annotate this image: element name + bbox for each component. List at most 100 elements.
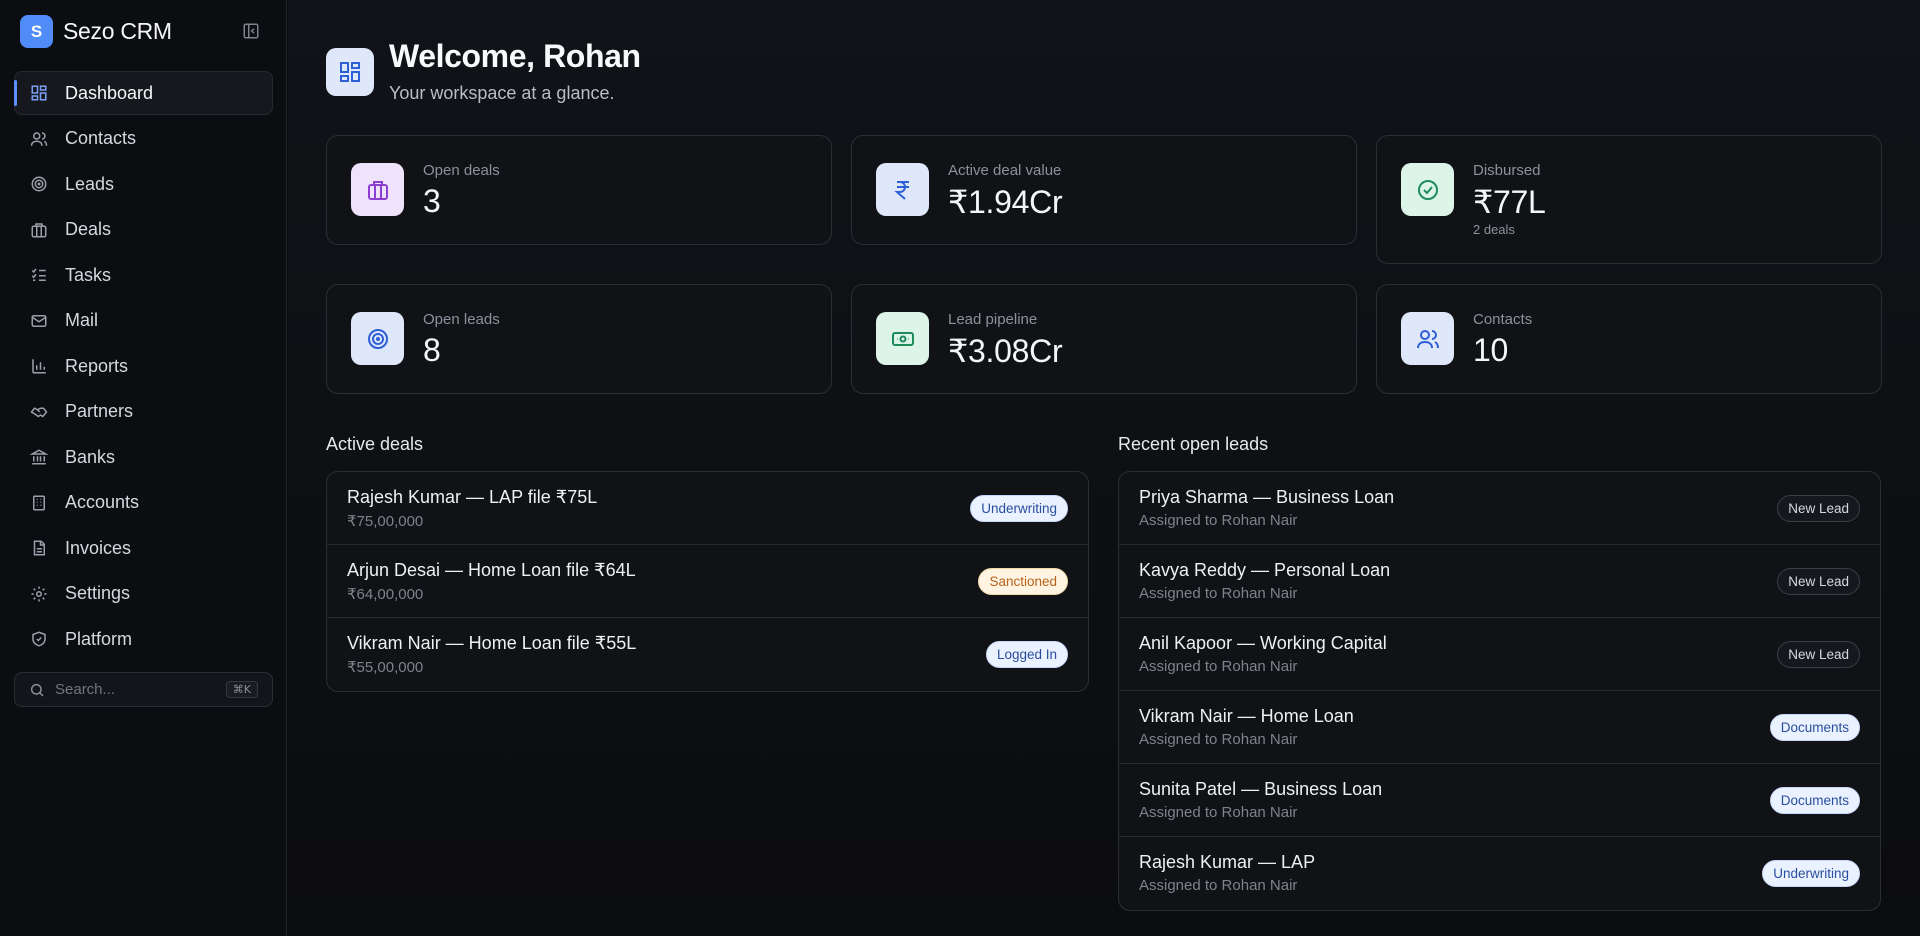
users-icon — [29, 129, 49, 149]
list-item[interactable]: Rajesh Kumar — LAP file ₹75L ₹75,00,000 … — [327, 472, 1088, 545]
deal-amount: ₹55,00,000 — [347, 659, 424, 676]
status-badge: New Lead — [1777, 495, 1860, 522]
briefcase-icon — [351, 163, 404, 216]
sidebar-item-label: Accounts — [65, 492, 140, 512]
mail-icon — [29, 311, 49, 331]
sidebar-item-invoices[interactable]: Invoices — [14, 526, 273, 570]
dashboard-icon — [326, 48, 374, 96]
sidebar-item-contacts[interactable]: Contacts — [14, 117, 273, 161]
lead-title: Anil Kapoor — Working Capital — [1139, 633, 1387, 653]
list-item[interactable]: Priya Sharma — Business Loan Assigned to… — [1119, 472, 1880, 545]
stat-card-contacts[interactable]: Contacts 10 — [1376, 284, 1882, 394]
sidebar-item-settings[interactable]: Settings — [14, 572, 273, 616]
target-icon — [351, 312, 404, 365]
collapse-sidebar-button[interactable] — [240, 20, 262, 42]
stat-label: Open leads — [423, 311, 500, 328]
sidebar-item-label: Tasks — [65, 264, 112, 285]
search-input[interactable] — [55, 681, 215, 698]
list-item[interactable]: Anil Kapoor — Working Capital Assigned t… — [1119, 618, 1880, 691]
dashboard-icon — [29, 83, 49, 103]
active-deals-title: Active deals — [326, 434, 424, 454]
lead-assignee: Assigned to Rohan Nair — [1139, 658, 1298, 675]
bar-chart-icon — [29, 356, 49, 376]
briefcase-icon — [29, 220, 49, 240]
status-badge: Logged In — [985, 641, 1068, 668]
status-badge: New Lead — [1777, 568, 1860, 595]
sidebar-item-label: Contacts — [65, 128, 137, 148]
sidebar-item-label: Platform — [65, 628, 133, 649]
list-item[interactable]: Sunita Patel — Business Loan Assigned to… — [1119, 764, 1880, 837]
sidebar-item-partners[interactable]: Partners — [14, 390, 273, 434]
target-icon — [29, 174, 49, 194]
sidebar-item-label: Leads — [65, 173, 115, 194]
stat-label: Open deals — [423, 162, 500, 179]
sidebar-item-dashboard[interactable]: Dashboard — [14, 71, 273, 115]
page-title: Welcome, Rohan — [389, 38, 641, 74]
stat-card-open-deals[interactable]: Open deals 3 — [326, 135, 832, 245]
sidebar: S Sezo CRM Dashboard Contacts Leads Deal… — [0, 0, 287, 936]
brand-logo: S — [20, 15, 53, 48]
stat-value: ₹3.08Cr — [948, 333, 1063, 369]
list-item[interactable]: Kavya Reddy — Personal Loan Assigned to … — [1119, 545, 1880, 618]
stat-card-lead-pipeline[interactable]: Lead pipeline ₹3.08Cr — [851, 284, 1357, 394]
sidebar-item-platform[interactable]: Platform — [14, 617, 273, 661]
sidebar-toggle-icon — [243, 23, 259, 39]
bank-icon — [29, 447, 49, 467]
lead-assignee: Assigned to Rohan Nair — [1139, 877, 1298, 894]
stat-label: Contacts — [1473, 311, 1533, 328]
status-badge: New Lead — [1777, 641, 1860, 668]
sidebar-item-label: Settings — [65, 583, 131, 603]
deal-title: Vikram Nair — Home Loan file ₹55L — [347, 633, 637, 653]
checklist-icon — [29, 265, 49, 285]
shield-icon — [29, 629, 49, 649]
list-item[interactable]: Vikram Nair — Home Loan file ₹55L ₹55,00… — [327, 618, 1088, 691]
stat-label: Active deal value — [948, 162, 1062, 179]
sidebar-item-label: Banks — [65, 446, 116, 467]
deal-title: Rajesh Kumar — LAP file ₹75L — [347, 487, 598, 507]
stat-label: Lead pipeline — [948, 311, 1038, 328]
sidebar-item-accounts[interactable]: Accounts — [14, 481, 273, 525]
sidebar-search[interactable]: ⌘K — [14, 672, 273, 707]
sidebar-item-deals[interactable]: Deals — [14, 208, 273, 252]
building-icon — [29, 493, 49, 513]
list-item[interactable]: Rajesh Kumar — LAP Assigned to Rohan Nai… — [1119, 837, 1880, 910]
lead-title: Priya Sharma — Business Loan — [1139, 487, 1395, 507]
sidebar-item-mail[interactable]: Mail — [14, 299, 273, 343]
stat-card-disbursed[interactable]: Disbursed ₹77L 2 deals — [1376, 135, 1882, 264]
brand[interactable]: S Sezo CRM — [20, 15, 172, 48]
sidebar-item-label: Dashboard — [65, 82, 154, 103]
list-item[interactable]: Vikram Nair — Home Loan Assigned to Roha… — [1119, 691, 1880, 764]
recent-leads-list: Priya Sharma — Business Loan Assigned to… — [1118, 471, 1881, 911]
check-circle-icon — [1401, 163, 1454, 216]
stat-card-open-leads[interactable]: Open leads 8 — [326, 284, 832, 394]
sidebar-item-tasks[interactable]: Tasks — [14, 253, 273, 297]
lead-title: Kavya Reddy — Personal Loan — [1139, 560, 1391, 580]
page-subtitle: Your workspace at a glance. — [389, 83, 615, 103]
deal-title: Arjun Desai — Home Loan file ₹64L — [347, 560, 636, 580]
active-deals-list: Rajesh Kumar — LAP file ₹75L ₹75,00,000 … — [326, 471, 1089, 692]
search-icon — [30, 683, 44, 697]
sidebar-item-label: Reports — [65, 355, 129, 376]
sidebar-item-reports[interactable]: Reports — [14, 344, 273, 388]
stat-card-active-deal-value[interactable]: Active deal value ₹1.94Cr — [851, 135, 1357, 245]
handshake-icon — [29, 402, 49, 422]
stat-value: 3 — [423, 183, 441, 219]
stat-value: 8 — [423, 332, 441, 368]
gear-icon — [29, 584, 49, 604]
stat-value: ₹1.94Cr — [948, 184, 1063, 220]
stat-label: Disbursed — [1473, 162, 1541, 179]
lead-title: Sunita Patel — Business Loan — [1139, 779, 1383, 799]
status-badge: Sanctioned — [978, 568, 1068, 595]
sidebar-nav: Dashboard Contacts Leads Deals Tasks Mai… — [14, 71, 273, 663]
main-content: Welcome, Rohan Your workspace at a glanc… — [288, 0, 1920, 936]
lead-title: Rajesh Kumar — LAP — [1139, 852, 1316, 872]
lead-title: Vikram Nair — Home Loan — [1139, 706, 1354, 726]
sidebar-item-banks[interactable]: Banks — [14, 435, 273, 479]
status-badge: Documents — [1769, 787, 1860, 814]
banknote-icon — [876, 312, 929, 365]
list-item[interactable]: Arjun Desai — Home Loan file ₹64L ₹64,00… — [327, 545, 1088, 618]
sidebar-item-leads[interactable]: Leads — [14, 162, 273, 206]
status-badge: Underwriting — [970, 495, 1068, 522]
stat-sub: 2 deals — [1473, 222, 1515, 237]
lead-assignee: Assigned to Rohan Nair — [1139, 804, 1298, 821]
